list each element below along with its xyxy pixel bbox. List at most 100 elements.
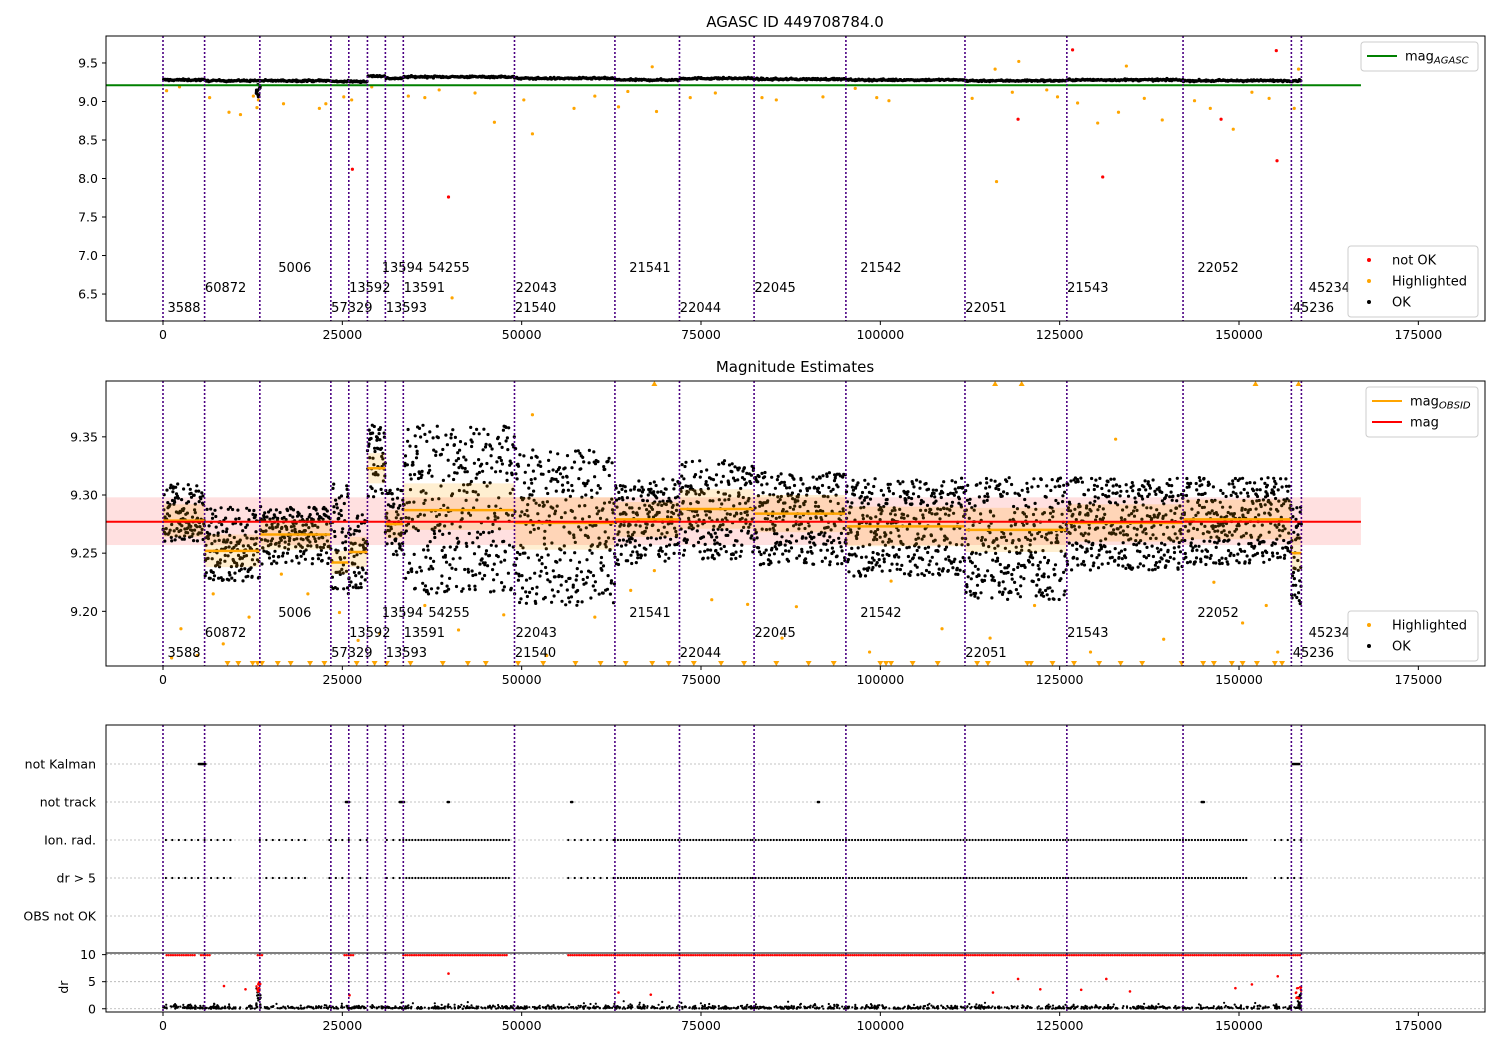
top-obsid-label: 21543 <box>1067 281 1108 296</box>
ok-point <box>452 443 456 447</box>
ok-point <box>926 550 930 555</box>
ok-point <box>534 601 538 606</box>
ok-point <box>466 570 471 574</box>
ok-point <box>1037 578 1041 582</box>
ok-point <box>535 585 539 589</box>
ok-point <box>415 570 419 574</box>
ok-point <box>547 469 551 474</box>
ok-point <box>1144 488 1148 492</box>
ok-point <box>911 492 916 496</box>
ok-point <box>795 556 799 560</box>
ok-point <box>1258 488 1262 492</box>
ok-point <box>186 500 191 504</box>
ok-point <box>447 474 451 478</box>
ok-point <box>543 595 547 600</box>
ok-point <box>239 522 243 526</box>
highlighted-point <box>281 102 286 106</box>
ok-point <box>564 579 568 584</box>
ok-point <box>480 557 484 561</box>
ok-point <box>171 490 175 494</box>
ok-point <box>660 549 664 553</box>
ok-point <box>911 556 915 560</box>
ok-point <box>505 478 509 482</box>
highlighted-point <box>1124 64 1128 68</box>
ok-point <box>427 567 431 571</box>
ok-point <box>414 456 419 460</box>
ok-point <box>631 550 635 554</box>
ok-point <box>932 491 936 495</box>
ok-point <box>326 561 330 566</box>
ok-point <box>210 516 215 520</box>
ok-point <box>772 552 777 556</box>
ok-point <box>661 477 665 481</box>
ok-point <box>535 455 539 459</box>
ok-point <box>394 549 398 553</box>
not-ok-point <box>1101 175 1105 179</box>
top-obsid-label: 13593 <box>386 301 427 316</box>
ok-point <box>550 600 554 604</box>
ok-point <box>250 574 254 579</box>
ok-point <box>577 560 582 564</box>
ok-point <box>939 495 943 500</box>
ok-point <box>617 497 621 501</box>
ok-point <box>1151 554 1155 559</box>
ok-point <box>1002 490 1006 494</box>
ok-point <box>1150 544 1154 548</box>
ok-point <box>815 477 819 481</box>
ok-point <box>826 539 830 543</box>
ok-point <box>809 545 813 549</box>
ok-point <box>1036 563 1040 568</box>
ok-point <box>731 552 736 557</box>
highlighted-point <box>1096 121 1100 125</box>
ok-point <box>714 548 718 553</box>
ok-point <box>1155 546 1159 550</box>
ok-point <box>1131 484 1135 488</box>
ok-point <box>1255 488 1259 492</box>
ok-point <box>495 460 499 464</box>
ok-point <box>211 578 216 582</box>
ok-point <box>1031 579 1035 584</box>
ok-point <box>379 487 383 491</box>
ok-point <box>1070 568 1074 572</box>
ok-point <box>486 564 490 568</box>
ok-point <box>550 588 555 592</box>
ok-point <box>1023 497 1027 502</box>
ok-point <box>1249 541 1253 546</box>
ok-point <box>931 488 935 492</box>
ok-point <box>339 513 343 518</box>
ok-point <box>1234 492 1238 496</box>
ok-point <box>951 566 955 570</box>
ok-point <box>804 557 808 561</box>
ok-point <box>414 444 418 449</box>
ok-point <box>1200 549 1204 553</box>
ok-point <box>340 530 344 534</box>
ok-point <box>1115 483 1119 487</box>
highlighted-point <box>530 132 535 136</box>
ok-point <box>288 513 292 517</box>
highlighted-point <box>251 94 255 98</box>
ok-point <box>1242 487 1246 492</box>
ok-point <box>881 549 885 553</box>
ok-point <box>979 591 983 595</box>
ok-point <box>839 531 844 536</box>
ok-point <box>275 561 279 565</box>
ok-point <box>1031 563 1035 567</box>
ok-point <box>406 439 410 443</box>
ok-point <box>606 459 610 463</box>
ok-point <box>427 464 431 468</box>
ok-point <box>915 478 919 482</box>
ok-point <box>1229 551 1233 556</box>
ok-point <box>500 445 504 449</box>
ok-point <box>236 508 240 512</box>
top-ytick-label: 7.0 <box>78 248 98 263</box>
ok-point <box>352 532 356 536</box>
ok-point <box>1195 488 1199 492</box>
ok-point <box>763 475 767 479</box>
ok-point <box>1052 597 1056 601</box>
ok-point <box>785 486 789 490</box>
ok-point <box>1113 558 1117 563</box>
ok-point <box>1245 491 1250 495</box>
ok-point <box>1105 550 1109 554</box>
ok-point <box>369 436 373 441</box>
ok-point <box>539 569 543 573</box>
